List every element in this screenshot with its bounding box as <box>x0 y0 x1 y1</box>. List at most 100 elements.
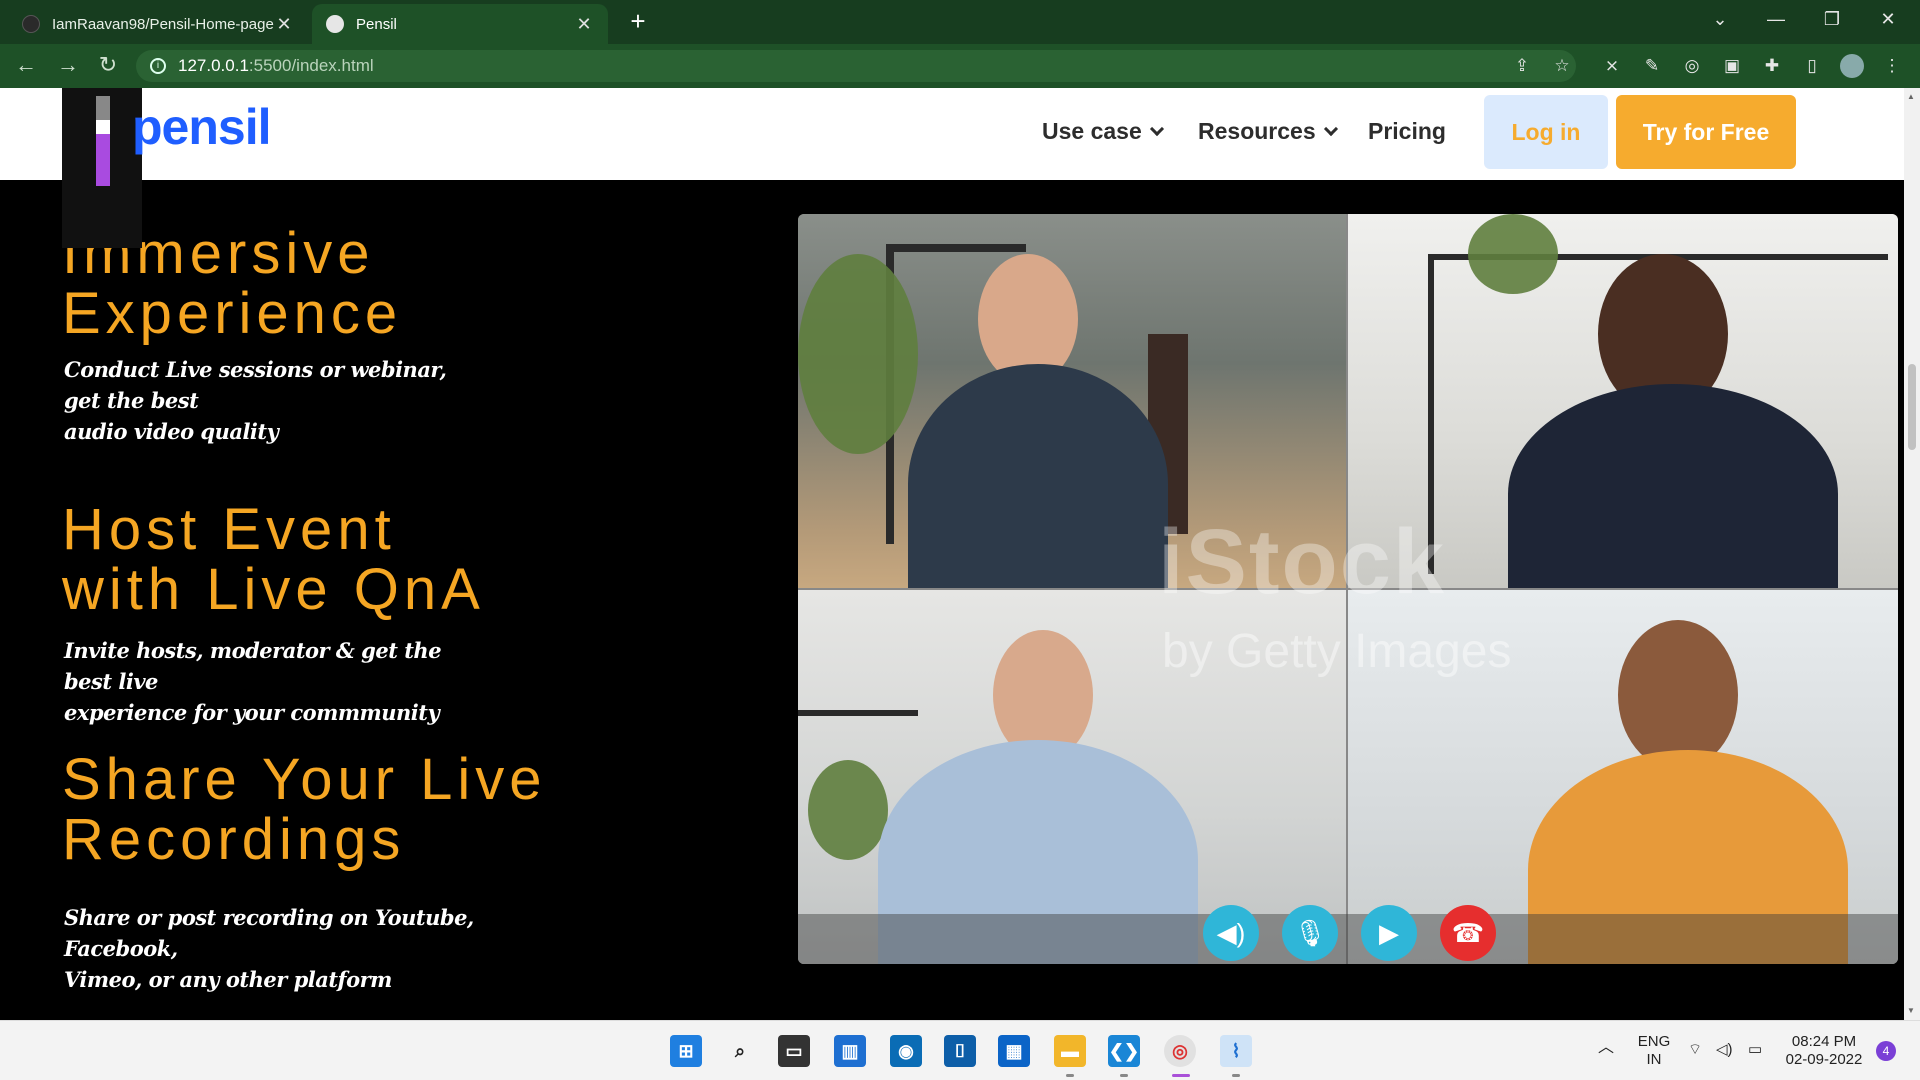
globe-icon <box>326 15 344 33</box>
scroll-up-arrow-icon[interactable]: ▲ <box>1907 92 1915 101</box>
extension-compass-icon[interactable]: ◎ <box>1680 54 1704 78</box>
task-view-icon[interactable]: ▭ <box>778 1035 810 1067</box>
tab-title: IamRaavan98/Pensil-Home-page <box>52 15 274 33</box>
new-tab-button[interactable]: + <box>622 6 654 38</box>
login-button[interactable]: Log in <box>1484 95 1608 169</box>
clock-date: 02-09-2022 <box>1785 1051 1863 1068</box>
nav-resources[interactable]: Resources <box>1198 118 1338 145</box>
share-icon[interactable]: ⇪ <box>1510 54 1534 78</box>
microsoft-store-icon[interactable]: ▦ <box>998 1035 1030 1067</box>
extension-frame-icon[interactable]: ▣ <box>1720 54 1744 78</box>
watermark-logo: iStock <box>1158 511 1447 613</box>
call-control-bar <box>798 914 1898 964</box>
tab-github[interactable]: IamRaavan98/Pensil-Home-page ✕ <box>8 4 308 44</box>
feature-desc-share-recordings: Share or post recording on Youtube, Face… <box>64 902 484 995</box>
chevron-down-icon <box>1149 121 1164 136</box>
title-line: with Live QnA <box>62 557 485 622</box>
dell-icon[interactable]: ◉ <box>890 1035 922 1067</box>
feature-title-host-event: Host Event with Live QnA <box>62 500 485 620</box>
clock-time: 08:24 PM <box>1791 1033 1857 1050</box>
desc-line: audio video quality <box>64 419 279 444</box>
nav-use-case[interactable]: Use case <box>1042 118 1164 145</box>
nav-pricing[interactable]: Pricing <box>1368 118 1446 145</box>
end-call-icon: ☎ <box>1440 905 1496 961</box>
profile-avatar-icon[interactable] <box>1840 54 1864 78</box>
show-hidden-icons-chevron-icon[interactable]: ︿ <box>1598 1039 1614 1057</box>
title-line: Experience <box>62 281 403 346</box>
desc-line: Share or post recording on Youtube, Face… <box>64 905 474 961</box>
extension-dropper-icon[interactable]: ✎ <box>1640 54 1664 78</box>
vscode-icon[interactable]: ❮❯ <box>1108 1035 1140 1067</box>
tab-search-icon[interactable]: ⌄ <box>1692 0 1748 40</box>
watermark-subtitle: by Getty Images <box>1162 625 1512 678</box>
url-path: :5500/index.html <box>248 56 374 75</box>
video-camera-icon: ▶ <box>1361 905 1417 961</box>
menu-dots-icon[interactable]: ⋮ <box>1880 54 1904 78</box>
reload-button[interactable]: ↻ <box>92 50 124 82</box>
app-bracket-icon[interactable]: ⌷ <box>944 1035 976 1067</box>
back-button[interactable]: ← <box>10 50 42 82</box>
github-icon <box>22 15 40 33</box>
title-line: Share Your Live <box>62 747 547 812</box>
search-icon[interactable]: ⌕ <box>724 1035 756 1067</box>
performance-monitor-icon[interactable]: ⌇ <box>1220 1035 1252 1067</box>
close-tab-icon[interactable]: ✕ <box>574 14 594 35</box>
feature-desc-host-event: Invite hosts, moderator & get the best l… <box>64 635 484 728</box>
address-bar[interactable]: i 127.0.0.1:5500/index.html <box>136 50 1576 82</box>
extensions-puzzle-icon[interactable]: ✚ <box>1760 54 1784 78</box>
desc-line: Conduct Live sessions or webinar, get th… <box>64 357 447 413</box>
volume-icon[interactable]: ◁) <box>1716 1041 1733 1059</box>
active-indicator <box>1172 1074 1190 1077</box>
bookmark-star-icon[interactable]: ☆ <box>1550 54 1574 78</box>
start-windows-icon[interactable]: ⊞ <box>670 1035 702 1067</box>
feature-title-share-recordings: Share Your Live Recordings <box>62 750 547 870</box>
minimize-button[interactable]: — <box>1748 0 1804 40</box>
restore-button[interactable]: ❐ <box>1804 0 1860 40</box>
running-indicator <box>1066 1074 1074 1077</box>
speaker-icon: ◀) <box>1203 905 1259 961</box>
close-window-button[interactable]: ✕ <box>1860 0 1916 40</box>
video-call-image: iStock by Getty Images ◀) 🎙 ▶ ☎ <box>798 214 1898 964</box>
nav-label: Resources <box>1198 118 1316 144</box>
url-host: 127.0.0.1 <box>178 56 249 75</box>
tab-title: Pensil <box>356 15 397 33</box>
side-panel-icon[interactable]: ▯ <box>1800 54 1824 78</box>
tab-strip: IamRaavan98/Pensil-Home-page ✕ Pensil ✕ … <box>0 0 1920 44</box>
tab-pensil[interactable]: Pensil ✕ <box>312 4 608 44</box>
desc-line: Vimeo, or any other platform <box>64 967 392 992</box>
chevron-down-icon <box>1323 121 1338 136</box>
wifi-icon[interactable]: ⌔ <box>1688 1041 1702 1059</box>
try-for-free-button[interactable]: Try for Free <box>1616 95 1796 169</box>
browser-chrome: IamRaavan98/Pensil-Home-page ✕ Pensil ✕ … <box>0 0 1920 88</box>
page-scrollbar[interactable]: ▲ ▼ <box>1904 88 1920 1020</box>
file-explorer-icon[interactable]: ▬ <box>1054 1035 1086 1067</box>
pencil-logo-icon <box>62 88 142 248</box>
page-viewport: Immersive Experience Conduct Live sessio… <box>0 88 1904 1020</box>
forward-button[interactable]: → <box>52 50 84 82</box>
close-tab-icon[interactable]: ✕ <box>274 14 294 35</box>
chrome-icon[interactable]: ◎ <box>1164 1035 1196 1067</box>
running-indicator <box>1232 1074 1240 1077</box>
feature-desc-immersive: Conduct Live sessions or webinar, get th… <box>64 354 484 447</box>
running-indicator <box>1120 1074 1128 1077</box>
site-logo[interactable]: pensil <box>132 98 271 156</box>
nav-label: Use case <box>1042 118 1142 144</box>
clock[interactable]: 08:24 PM 02-09-2022 <box>1784 1033 1864 1069</box>
desc-line: experience for your commmunity <box>64 700 440 725</box>
battery-icon[interactable]: ▭ <box>1748 1041 1762 1059</box>
desc-line: Invite hosts, moderator & get the best l… <box>64 638 442 694</box>
language-code: ENG <box>1637 1033 1671 1050</box>
windows-taskbar: ⊞ ⌕ ▭ ▥ ◉ ⌷ ▦ ▬ ❮❯ ◎ ⌇ ︿ ENG IN ⌔ ◁) ▭ 0… <box>0 1020 1920 1080</box>
site-info-icon[interactable]: i <box>150 58 166 74</box>
widgets-icon[interactable]: ▥ <box>834 1035 866 1067</box>
notification-badge[interactable]: 4 <box>1876 1041 1896 1061</box>
site-header: pensil Use case Resources Pricing Log in… <box>0 88 1904 248</box>
title-line: Recordings <box>62 807 406 872</box>
title-line: Host Event <box>62 497 396 562</box>
microphone-icon: 🎙 <box>1282 905 1338 961</box>
browser-toolbar: ← → ↻ i 127.0.0.1:5500/index.html ⇪ ☆ ⨯ … <box>0 44 1920 88</box>
extension-x-icon[interactable]: ⨯ <box>1600 54 1624 78</box>
language-indicator[interactable]: ENG IN <box>1636 1033 1672 1069</box>
scroll-down-arrow-icon[interactable]: ▼ <box>1907 1006 1915 1015</box>
scrollbar-thumb[interactable] <box>1908 364 1916 450</box>
